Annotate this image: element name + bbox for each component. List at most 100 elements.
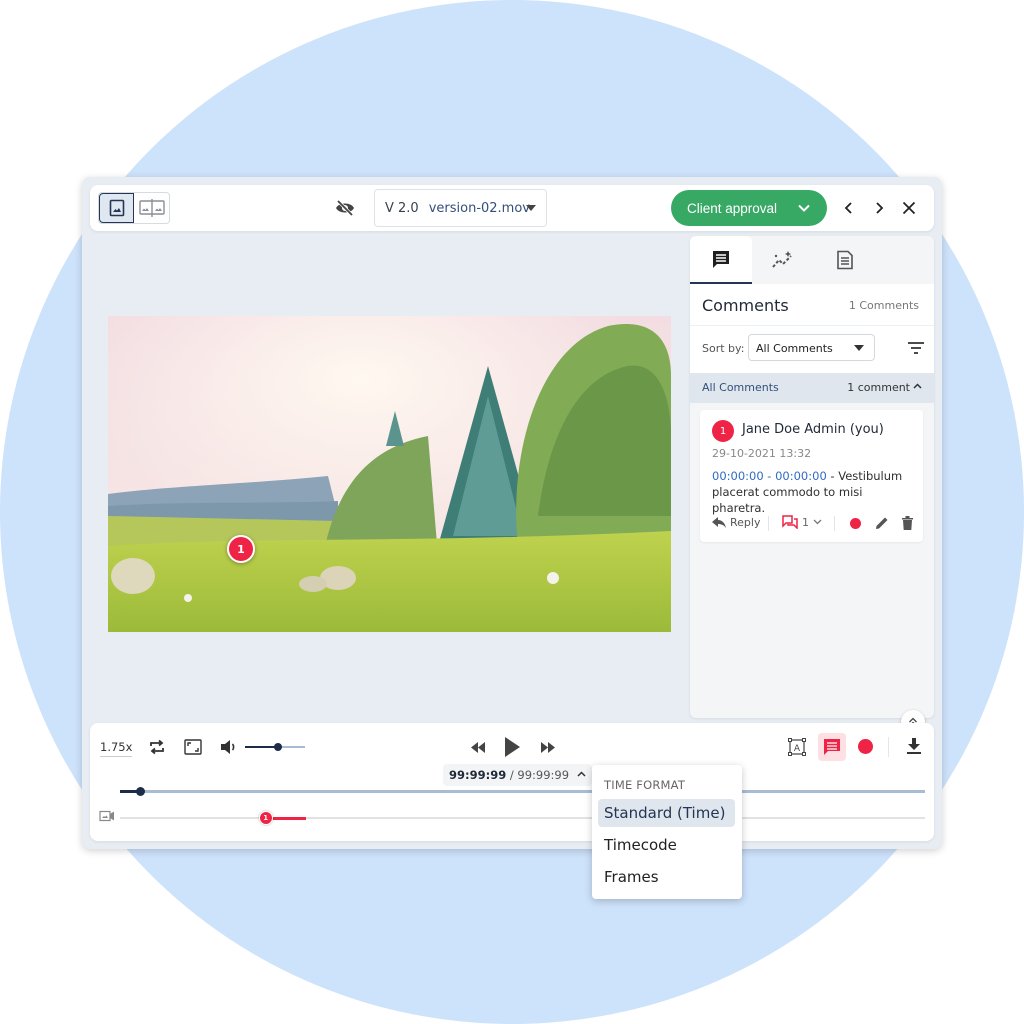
current-time: 99:99:99 [449,768,507,782]
eye-off-icon [336,200,354,216]
chevron-up-icon [913,383,922,389]
comment-date: 29-10-2021 13:32 [712,447,812,460]
group-label: All Comments [702,381,779,394]
single-view-button[interactable] [99,193,135,223]
comment-count: 1 Comments [848,299,919,312]
view-mode-toggle [98,192,170,224]
tab-document[interactable] [814,236,876,284]
comment-group-header[interactable]: All Comments 1 comment [690,373,934,403]
text-box-icon: A [788,738,806,756]
seek-knob[interactable] [136,787,146,796]
comment-number-badge: 1 [712,420,734,442]
sort-value: All Comments [756,342,833,355]
compare-images-icon [138,199,165,217]
reply-icon [712,517,726,528]
mute-button[interactable] [218,736,240,758]
client-approval-button[interactable]: Client approval [671,190,827,226]
comment-time-range[interactable]: 00:00:00 - 00:00:00 [712,469,827,483]
volume-icon [221,740,235,754]
chevron-left-icon [844,202,852,214]
play-icon [505,737,520,757]
panel-title: Comments [702,296,789,315]
divider [888,737,889,757]
version-number: V 2.0 [385,200,419,216]
record-button[interactable] [856,737,874,755]
comments-panel: Comments 1 Comments Sort by: All Comment… [690,236,934,718]
video-still-image [108,316,671,632]
sparkle-chart-icon [772,251,792,268]
comment-icon [824,739,840,755]
next-button[interactable] [867,196,891,220]
review-window: V 2.0 version-02.mov Client approval 1 C… [82,177,942,849]
rewind-button[interactable] [468,738,488,756]
comment-timeline: 1 [120,811,925,825]
svg-text:A: A [794,744,801,754]
hide-annotations-button[interactable] [334,197,356,219]
play-button[interactable] [501,735,523,759]
caret-down-icon [854,345,864,351]
menu-item-standard-time[interactable]: Standard (Time) [598,799,735,827]
compare-view-button[interactable] [134,193,169,223]
tab-insights[interactable] [752,236,814,284]
document-icon [837,250,853,270]
caret-down-icon [526,205,536,211]
playback-speed-button[interactable]: 1.75x [100,740,133,757]
thread-icon [782,515,798,529]
approval-label: Client approval [687,200,778,216]
sort-select[interactable]: All Comments [748,334,875,361]
download-button[interactable] [904,736,924,756]
player-controls: 1.75x 99:99:99 / 99:99:99 A 1 [90,723,934,841]
comments-toggle-button[interactable] [818,733,846,761]
previous-button[interactable] [837,196,861,220]
edit-pencil-icon[interactable] [875,516,889,530]
download-icon [907,738,921,754]
record-icon [857,738,873,754]
divider [768,516,769,531]
comment-author: Jane Doe Admin (you) [742,422,884,437]
reply-label: Reply [730,516,761,529]
tab-comments[interactable] [690,236,752,284]
single-image-icon [109,199,124,217]
volume-knob[interactable] [274,743,282,751]
volume-slider[interactable] [245,743,305,751]
video-frame[interactable]: 1 [108,316,671,632]
comment-icon [713,251,729,268]
top-toolbar: V 2.0 version-02.mov Client approval [90,185,934,231]
group-count: 1 comment [847,381,910,394]
fullscreen-button[interactable] [182,736,204,758]
trash-icon[interactable] [902,516,913,530]
fullscreen-icon [184,739,202,755]
chevron-up-icon [577,771,586,777]
reply-button[interactable]: Reply [712,516,760,529]
thread-count: 1 [802,515,809,529]
close-icon [902,201,916,215]
thread-toggle[interactable]: 1 [782,515,822,529]
record-icon[interactable] [850,518,861,529]
sort-label: Sort by: [702,342,745,355]
comment-timeline-marker[interactable]: 1 [258,811,273,825]
fast-forward-button[interactable] [538,738,558,756]
text-annotation-button[interactable]: A [786,736,808,758]
loop-button[interactable] [146,736,168,758]
comment-body: 00:00:00 - 00:00:00 - Vestibulum placera… [712,468,917,516]
fast-forward-icon [541,741,555,753]
comment-card[interactable]: 1 Jane Doe Admin (you) 29-10-2021 13:32 … [700,410,923,542]
chevron-down-icon [813,519,822,525]
chevron-down-icon [798,204,810,212]
repeat-icon [150,739,164,755]
comment-actions: Reply 1 [712,514,917,534]
close-button[interactable] [897,196,921,220]
menu-item-timecode[interactable]: Timecode [598,831,735,859]
filter-icon[interactable] [908,342,924,354]
divider [834,516,835,531]
panel-tabs [690,236,934,284]
total-time: 99:99:99 [517,768,570,782]
time-separator: / [506,768,518,782]
menu-item-frames[interactable]: Frames [598,863,735,891]
menu-header: TIME FORMAT [604,778,686,792]
rewind-icon [471,741,485,753]
seek-bar[interactable] [120,787,925,796]
annotation-marker[interactable]: 1 [227,535,255,563]
time-format-toggle[interactable]: 99:99:99 / 99:99:99 [443,764,592,786]
version-select[interactable]: V 2.0 version-02.mov [374,189,547,227]
